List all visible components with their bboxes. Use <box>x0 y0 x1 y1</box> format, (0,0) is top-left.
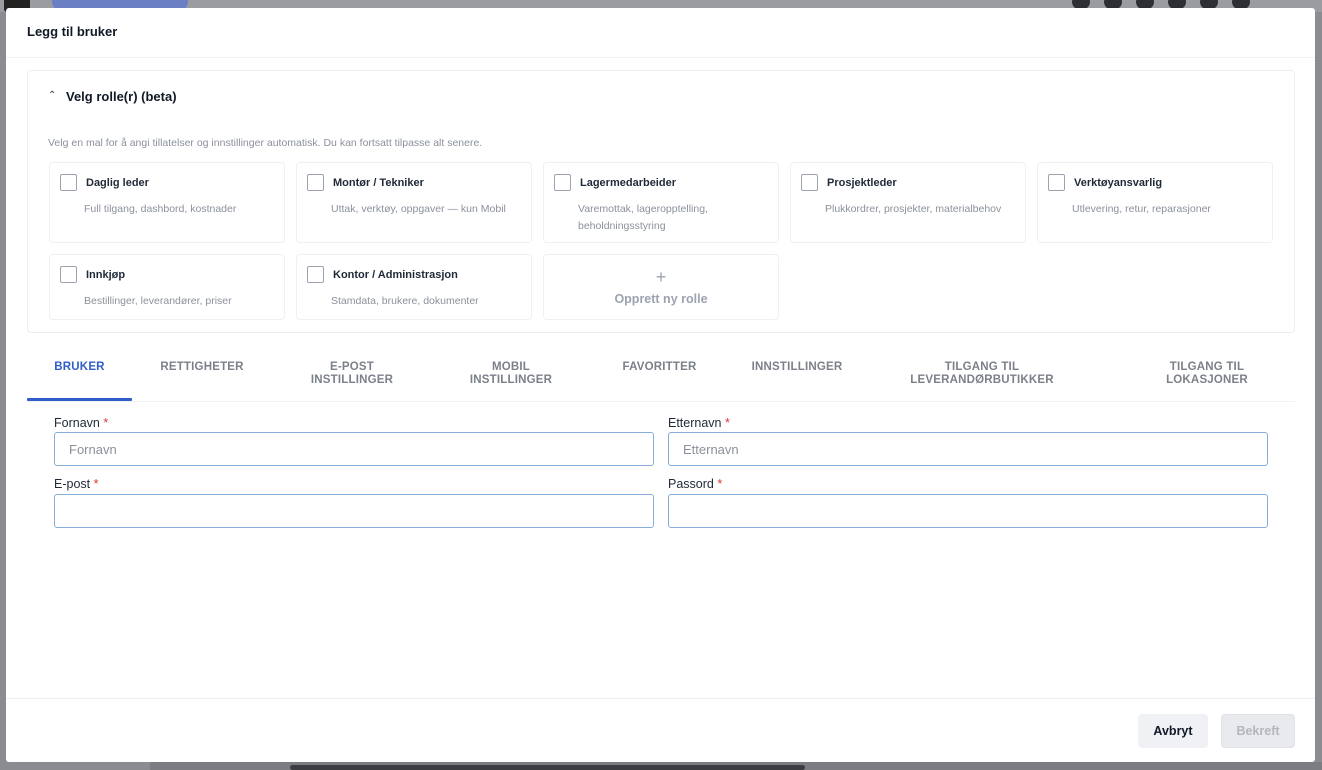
tab-mobil-instillinger[interactable]: MOBIL INSTILLINGER <box>448 361 574 387</box>
create-new-role-label: Opprett ny rolle <box>614 292 708 306</box>
create-new-role-button[interactable]: + Opprett ny rolle <box>543 254 779 320</box>
modal-title: Legg til bruker <box>27 24 118 39</box>
last-name-input[interactable] <box>668 432 1268 466</box>
role-section-description: Velg en mal for å angi tillatelser og in… <box>48 137 483 149</box>
role-name: Montør / Tekniker <box>333 177 424 189</box>
role-section-title: Velg rolle(r) (beta) <box>66 89 177 104</box>
password-field[interactable] <box>668 494 1268 528</box>
role-description: Stamdata, brukere, dokumenter <box>331 295 479 307</box>
first-name-label: Fornavn * <box>54 416 108 430</box>
tab-label-line1: MOBIL <box>491 361 531 373</box>
role-name: Kontor / Administrasjon <box>333 269 458 281</box>
last-name-label: Etternavn * <box>668 416 730 430</box>
tab-tilgang-lokasjoner[interactable]: TILGANG TIL LOKASJONER <box>1127 361 1287 387</box>
role-description: Full tilgang, dashbord, kostnader <box>84 203 237 215</box>
add-user-modal: Legg til bruker ⌃ Velg rolle(r) (beta) V… <box>6 8 1315 762</box>
tab-label-line2: LEVERANDØRBUTIKKER <box>910 374 1054 386</box>
email-label-text: E-post <box>54 477 91 491</box>
plus-icon: + <box>655 267 667 287</box>
user-tabs: BRUKER RETTIGHETER E-POST INSTILLINGER M… <box>27 353 1295 402</box>
required-mark: * <box>725 416 730 430</box>
active-tab-indicator <box>27 398 132 401</box>
required-mark: * <box>103 416 109 430</box>
title-divider <box>6 57 1315 58</box>
role-checkbox[interactable] <box>60 266 77 283</box>
role-selector-card: ⌃ Velg rolle(r) (beta) Velg en mal for å… <box>27 70 1295 333</box>
role-checkbox[interactable] <box>307 174 324 191</box>
role-checkbox[interactable] <box>60 174 77 191</box>
role-name: Daglig leder <box>86 177 149 189</box>
role-name: Innkjøp <box>86 269 126 281</box>
role-tile-daglig-leder[interactable]: Daglig leder Full tilgang, dashbord, kos… <box>49 162 285 243</box>
chevron-up-icon: ⌃ <box>48 90 57 101</box>
last-name-label-text: Etternavn <box>668 416 722 430</box>
tab-label-line2: INSTILLINGER <box>469 374 553 386</box>
role-description: Varemottak, lageropptelling, beholdnings… <box>578 203 708 232</box>
tab-label: RETTIGHETER <box>160 361 244 373</box>
role-tile-prosjektleder[interactable]: Prosjektleder Plukkordrer, prosjekter, m… <box>790 162 1026 243</box>
role-name: Prosjektleder <box>827 177 897 189</box>
tab-label-line1: TILGANG TIL <box>1169 361 1245 373</box>
tab-label-line1: TILGANG TIL <box>944 361 1020 373</box>
tab-innstillinger[interactable]: INNSTILLINGER <box>732 361 862 374</box>
required-mark: * <box>93 477 99 491</box>
role-tile-verktoyansvarlig[interactable]: Verktøyansvarlig Utlevering, retur, repa… <box>1037 162 1273 243</box>
background-scrollbar <box>290 765 805 770</box>
role-section-toggle[interactable]: ⌃ Velg rolle(r) (beta) <box>48 89 177 104</box>
first-name-label-text: Fornavn <box>54 416 100 430</box>
role-tile-kontor-administrasjon[interactable]: Kontor / Administrasjon Stamdata, bruker… <box>296 254 532 320</box>
tab-tilgang-leverandorbutikker[interactable]: TILGANG TIL LEVERANDØRBUTIKKER <box>887 361 1077 387</box>
tab-favoritter[interactable]: FAVORITTER <box>597 361 722 374</box>
role-description: Utlevering, retur, reparasjoner <box>1072 203 1211 215</box>
role-checkbox[interactable] <box>307 266 324 283</box>
password-label-text: Passord <box>668 477 714 491</box>
role-name: Lagermedarbeider <box>580 177 676 189</box>
tab-epost-instillinger[interactable]: E-POST INSTILLINGER <box>289 361 415 387</box>
tab-rettigheter[interactable]: RETTIGHETER <box>149 361 255 374</box>
role-description: Plukkordrer, prosjekter, materialbehov <box>825 203 1002 215</box>
tab-label: INNSTILLINGER <box>751 361 843 373</box>
confirm-button[interactable]: Bekreft <box>1221 714 1295 748</box>
tab-bruker[interactable]: BRUKER <box>27 361 132 374</box>
role-checkbox[interactable] <box>801 174 818 191</box>
role-tile-innkjop[interactable]: Innkjøp Bestillinger, leverandører, pris… <box>49 254 285 320</box>
email-field[interactable] <box>54 494 654 528</box>
tab-label-line2: LOKASJONER <box>1166 374 1248 386</box>
password-label: Passord * <box>668 477 722 491</box>
tab-label-line1: E-POST <box>329 361 374 373</box>
tab-label: FAVORITTER <box>622 361 697 373</box>
role-description: Bestillinger, leverandører, priser <box>84 295 232 307</box>
role-tile-montor-tekniker[interactable]: Montør / Tekniker Uttak, verktøy, oppgav… <box>296 162 532 243</box>
role-checkbox[interactable] <box>554 174 571 191</box>
tab-label: BRUKER <box>54 361 105 373</box>
tab-label-line2: INSTILLINGER <box>310 374 394 386</box>
required-mark: * <box>717 477 723 491</box>
role-tile-lagermedarbeider[interactable]: Lagermedarbeider Varemottak, lageropptel… <box>543 162 779 243</box>
footer-divider <box>6 698 1315 699</box>
cancel-button[interactable]: Avbryt <box>1138 714 1208 748</box>
role-name: Verktøyansvarlig <box>1074 177 1163 189</box>
role-checkbox[interactable] <box>1048 174 1065 191</box>
email-label: E-post * <box>54 477 99 491</box>
first-name-input[interactable] <box>54 432 654 466</box>
role-description: Uttak, verktøy, oppgaver — kun Mobil <box>331 203 506 215</box>
